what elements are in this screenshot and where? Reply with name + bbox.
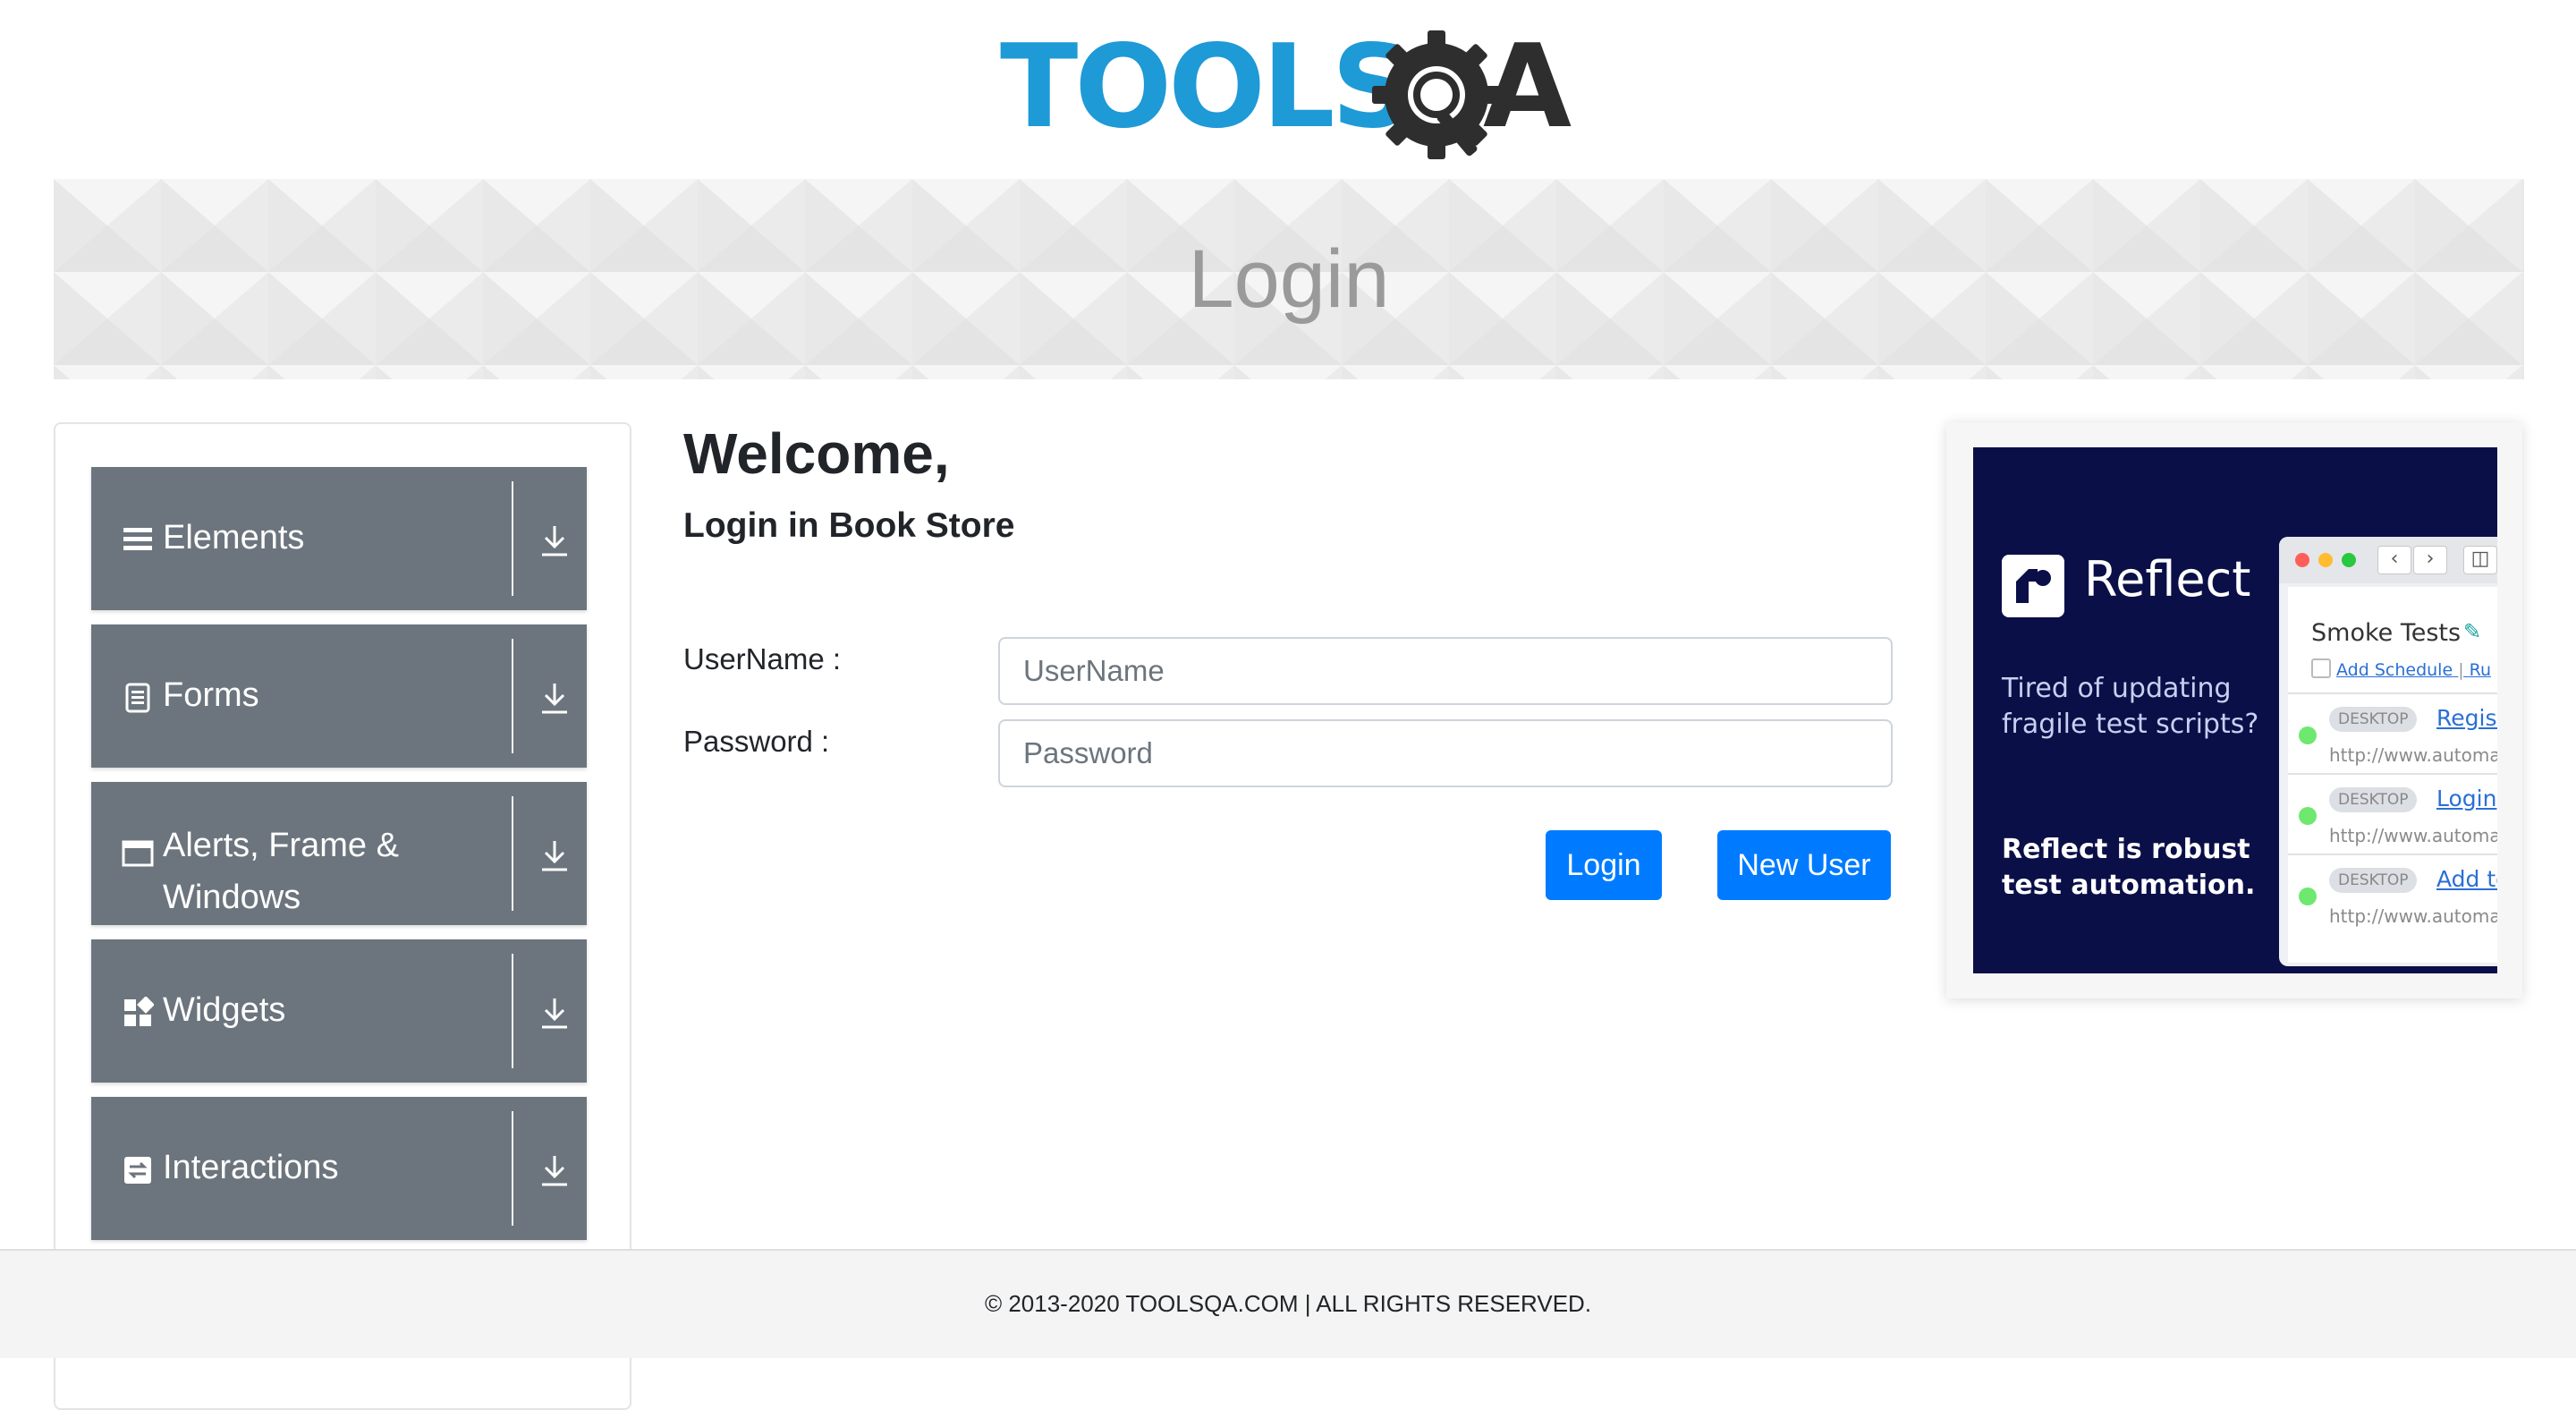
sidebar-group-label: Alerts, Frame & xyxy=(163,827,399,864)
password-input[interactable] xyxy=(998,719,1893,787)
sidebar-group-label-line2: Windows xyxy=(163,879,301,916)
window-icon xyxy=(122,840,154,867)
test-url: http://www.automat xyxy=(2329,905,2497,927)
test-link: Registr xyxy=(2436,705,2497,731)
download-arrow-icon[interactable] xyxy=(538,1152,571,1188)
desktop-chip: DESKTOP xyxy=(2329,707,2418,732)
widgets-icon xyxy=(124,997,154,1026)
username-input[interactable] xyxy=(998,637,1893,705)
download-arrow-icon[interactable] xyxy=(538,522,571,558)
footer: © 2013-2020 TOOLSQA.COM | ALL RIGHTS RES… xyxy=(0,1249,2576,1358)
test-url: http://www.automat xyxy=(2329,825,2497,846)
reflect-brand-name: Reflect xyxy=(2084,551,2251,607)
forward-icon: › xyxy=(2413,546,2447,574)
back-icon: ‹ xyxy=(2377,546,2411,574)
sidebar-group-widgets[interactable]: Widgets xyxy=(91,939,587,1083)
new-user-button[interactable]: New User xyxy=(1717,830,1891,900)
download-arrow-icon[interactable] xyxy=(538,680,571,716)
sidebar-group-forms[interactable]: Forms xyxy=(91,624,587,768)
ad-mock-window: ‹ › ◫ Smoke Tests ✎ Add Schedule | Ru DE… xyxy=(2279,537,2497,966)
sidebar-group-label: Interactions xyxy=(163,1149,339,1186)
test-url: http://www.automat xyxy=(2329,744,2497,766)
smoke-tests-title: Smoke Tests xyxy=(2311,619,2462,647)
document-icon xyxy=(125,683,150,713)
test-row: DESKTOP Add to http://www.automat xyxy=(2288,854,2497,936)
page-title: Login xyxy=(1188,234,1390,325)
reflect-ad[interactable]: Reflect Tired of updating fragile test s… xyxy=(1973,447,2497,973)
test-row: DESKTOP Registr http://www.automat xyxy=(2288,692,2497,775)
sidebar-group-label: Forms xyxy=(163,676,259,714)
close-dot-icon xyxy=(2295,553,2309,567)
reflect-logo-icon xyxy=(2002,555,2064,617)
interactions-icon xyxy=(124,1157,151,1184)
sidebar-group-alerts-frame-windows[interactable]: Alerts, Frame & Windows xyxy=(91,782,587,925)
mock-titlebar: ‹ › ◫ xyxy=(2279,537,2497,583)
desktop-chip: DESKTOP xyxy=(2329,868,2418,893)
sidebar-group-elements[interactable]: Elements xyxy=(91,467,587,610)
logo-a-text: A xyxy=(1483,21,1572,154)
test-link: Login xyxy=(2436,786,2497,811)
copyright-text: © 2013-2020 TOOLSQA.COM | ALL RIGHTS RES… xyxy=(984,1290,1592,1317)
status-dot-icon xyxy=(2299,807,2317,825)
welcome-heading: Welcome, xyxy=(683,421,950,486)
login-subtitle: Login in Book Store xyxy=(683,506,1015,545)
sidebar-group-label: Elements xyxy=(163,519,305,556)
minimize-dot-icon xyxy=(2318,553,2333,567)
ad-tagline-secondary: Reflect is robust test automation. xyxy=(2002,834,2256,901)
pencil-icon: ✎ xyxy=(2463,619,2482,644)
login-button[interactable]: Login xyxy=(1546,830,1662,900)
toolsqa-logo[interactable]: TOOLS A xyxy=(1000,23,1581,166)
status-dot-icon xyxy=(2299,888,2317,905)
divider xyxy=(512,481,513,596)
logo-tools-text: TOOLS xyxy=(1000,21,1414,154)
divider xyxy=(512,639,513,753)
sidebar-group-interactions[interactable]: Interactions xyxy=(91,1097,587,1240)
download-arrow-icon[interactable] xyxy=(538,837,571,873)
download-arrow-icon[interactable] xyxy=(538,995,571,1031)
password-label: Password : xyxy=(683,725,830,758)
add-schedule-link: Add Schedule | Ru xyxy=(2336,660,2492,680)
ad-tagline: Tired of updating fragile test scripts? xyxy=(2002,673,2259,740)
maximize-dot-icon xyxy=(2342,553,2356,567)
test-row: DESKTOP Login http://www.automat xyxy=(2288,773,2497,855)
divider xyxy=(512,1111,513,1226)
calendar-icon xyxy=(2311,658,2331,678)
username-label: UserName : xyxy=(683,642,842,675)
status-dot-icon xyxy=(2299,726,2317,744)
sidebar-toggle-icon: ◫ xyxy=(2463,546,2497,574)
divider xyxy=(512,796,513,911)
test-link: Add to xyxy=(2436,866,2497,892)
desktop-chip: DESKTOP xyxy=(2329,787,2418,812)
mock-panel: Smoke Tests ✎ Add Schedule | Ru DESKTOP … xyxy=(2288,587,2497,963)
sidebar-group-label: Widgets xyxy=(163,991,286,1029)
page-banner: Login xyxy=(54,179,2524,379)
hamburger-icon xyxy=(123,528,152,550)
divider xyxy=(512,954,513,1068)
